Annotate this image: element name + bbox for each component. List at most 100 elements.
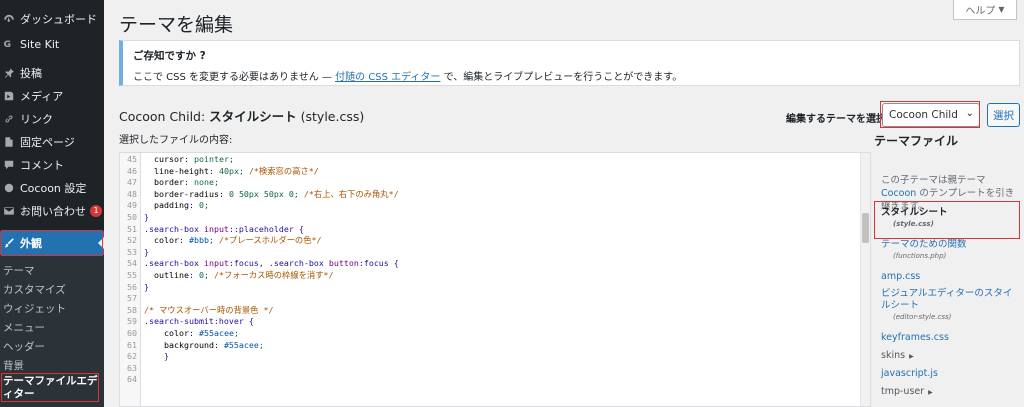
code-text: padding: 0; <box>154 200 209 211</box>
menu-pages[interactable]: 固定ページ <box>0 131 104 153</box>
notification-badge: 1 <box>90 205 102 217</box>
menu-label: 固定ページ <box>20 136 75 149</box>
menu-dashboard[interactable]: ダッシュボード <box>0 8 104 30</box>
code-text: border: none; <box>154 177 219 188</box>
theme-files-list[interactable]: この子テーマは親テーマ Cocoon のテンプレートを引き継ぎます。 スタイルシ… <box>874 152 1020 407</box>
code-line[interactable]: 64 <box>120 374 860 386</box>
pin-icon <box>2 66 16 80</box>
triangle-right-icon: ▶ <box>909 353 914 360</box>
code-line[interactable]: 49 padding: 0; <box>120 200 860 212</box>
notice-text-before: ここで CSS を変更する必要はありません — <box>133 72 336 83</box>
select-theme-button[interactable]: 選択 <box>987 103 1020 127</box>
additional-css-link[interactable]: 付随の CSS エディター <box>335 72 440 83</box>
line-number: 53 <box>127 246 137 257</box>
svg-text:G: G <box>4 40 11 50</box>
notice-title: ご存知ですか ? <box>133 50 206 62</box>
notice-text-after: で、編集とライブプレビューを行うことができます。 <box>440 72 683 83</box>
menu-posts[interactable]: 投稿 <box>0 62 104 84</box>
page-title: テーマを編集 <box>119 14 234 36</box>
menu-label: メディア <box>20 90 64 103</box>
selected-theme: Cocoon Child <box>889 109 958 121</box>
code-text: } <box>144 351 169 362</box>
notice-text: ここで CSS を変更する必要はありません — 付随の CSS エディター で、… <box>133 68 682 83</box>
theme-select-dropdown[interactable]: Cocoon Child ⌄ <box>882 103 980 127</box>
editor-scrollbar[interactable] <box>860 153 870 406</box>
code-line[interactable]: 53} <box>120 247 860 259</box>
submenu-customize[interactable]: カスタマイズ <box>0 282 104 297</box>
menu-comments[interactable]: コメント <box>0 154 104 176</box>
file-label: ビジュアルエディターのスタイルシート <box>881 288 1013 311</box>
code-line[interactable]: 46 line-height: 40px; /*検索窓の高さ*/ <box>120 166 860 178</box>
menu-media[interactable]: メディア <box>0 85 104 107</box>
code-text: color: #bbb; /*プレースホルダーの色*/ <box>154 235 322 246</box>
menu-appearance[interactable]: 外観 <box>0 231 104 255</box>
parent-theme-link[interactable]: Cocoon <box>881 188 916 199</box>
submenu-background[interactable]: 背景 <box>0 358 104 373</box>
submenu-widgets[interactable]: ウィジェット <box>0 301 104 316</box>
site-kit-icon: G <box>2 37 16 51</box>
code-line[interactable]: 59 .search-submit:hover { <box>120 316 860 328</box>
code-line[interactable]: 55 outline: 0; /*フォーカス時の枠線を消す*/ <box>120 270 860 282</box>
code-line[interactable]: 60 color: #55acee; <box>120 328 860 340</box>
code-line[interactable]: 57 <box>120 293 860 305</box>
theme-files-panel: テーマファイル この子テーマは親テーマ Cocoon のテンプレートを引き継ぎま… <box>874 132 1020 407</box>
folder-item-tmp-user[interactable]: tmp-user ▶ <box>881 386 1019 399</box>
code-line[interactable]: 62 } <box>120 351 860 363</box>
code-line[interactable]: 45 cursor: pointer; <box>120 154 860 166</box>
menu-label: Site Kit <box>20 37 60 51</box>
code-text: cursor: pointer; <box>154 154 234 164</box>
help-tab-button[interactable]: ヘルプ ▼ <box>953 0 1017 20</box>
menu-cocoon-settings[interactable]: Cocoon 設定 <box>0 177 104 199</box>
line-number: 55 <box>127 269 137 280</box>
line-number: 57 <box>127 293 137 304</box>
code-line[interactable]: 52 color: #bbb; /*プレースホルダーの色*/ <box>120 235 860 247</box>
appearance-submenu: テーマ カスタマイズ ウィジェット メニュー ヘッダー 背景 テーマファイルエデ… <box>0 256 104 407</box>
line-number: 51 <box>127 223 137 234</box>
brush-icon <box>2 236 16 250</box>
menu-label: ダッシュボード <box>20 13 97 26</box>
file-label: スタイルシート <box>881 207 948 218</box>
file-item-keyframes[interactable]: keyframes.css <box>881 332 1019 344</box>
admin-sidebar: ダッシュボード G Site Kit 投稿 メディア リンク 固定ページ コメン… <box>0 0 104 407</box>
media-icon <box>2 89 16 103</box>
file-filename: (functions.php) <box>893 252 947 260</box>
code-line[interactable]: 50} <box>120 212 860 224</box>
line-number: 61 <box>127 339 137 350</box>
file-item-stylesheet[interactable]: スタイルシート (style.css) <box>881 207 1019 230</box>
code-line[interactable]: 63 <box>120 363 860 375</box>
menu-links[interactable]: リンク <box>0 108 104 130</box>
submenu-theme-file-editor[interactable]: テーマファイルエディター <box>0 375 98 401</box>
submenu-menus[interactable]: メニュー <box>0 320 104 335</box>
code-line[interactable]: 61 background: #55acee; <box>120 340 860 352</box>
code-line[interactable]: 54 .search-box input:focus, .search-box b… <box>120 258 860 270</box>
line-number: 64 <box>127 374 137 385</box>
code-line[interactable]: 47 border: none; <box>120 177 860 189</box>
chevron-down-icon: ▼ <box>998 5 1005 14</box>
submenu-themes[interactable]: テーマ <box>0 263 104 278</box>
triangle-right-icon: ▶ <box>928 389 933 396</box>
file-filename: (editor-style.css) <box>893 313 952 321</box>
scroll-thumb[interactable] <box>862 213 869 243</box>
code-text: .search-box input:focus, .search-box but… <box>144 258 399 269</box>
desc-text: この子テーマは親テーマ <box>881 175 986 186</box>
code-line[interactable]: 51 .search-box input::placeholder { <box>120 224 860 236</box>
file-item-editor-style[interactable]: ビジュアルエディターのスタイルシート (editor-style.css) <box>881 288 1019 323</box>
file-item-functions[interactable]: テーマのための関数 (functions.php) <box>881 239 1019 262</box>
code-line[interactable]: 48 border-radius: 0 50px 50px 0; /*右上、右下… <box>120 189 860 201</box>
theme-select-label: 編集するテーマを選択: <box>786 114 890 125</box>
file-item-javascript[interactable]: javascript.js <box>881 368 1019 380</box>
menu-contact[interactable]: お問い合わせ 1 <box>0 200 104 222</box>
code-editor[interactable]: 45 cursor: pointer; 46 line-height: 40px;… <box>119 152 871 407</box>
submenu-header[interactable]: ヘッダー <box>0 339 104 354</box>
dashboard-icon <box>2 12 16 26</box>
code-line[interactable]: 58 /* マウスオーバー時の背景色 */ <box>120 305 860 317</box>
menu-site-kit[interactable]: G Site Kit <box>0 33 104 55</box>
folder-label: tmp-user <box>881 386 925 397</box>
code-text: } <box>144 281 149 292</box>
line-number: 47 <box>127 177 137 188</box>
file-item-amp-css[interactable]: amp.css <box>881 271 1019 283</box>
line-number: 48 <box>127 188 137 199</box>
folder-item-skins[interactable]: skins ▶ <box>881 350 1019 363</box>
code-line[interactable]: 56} <box>120 282 860 294</box>
